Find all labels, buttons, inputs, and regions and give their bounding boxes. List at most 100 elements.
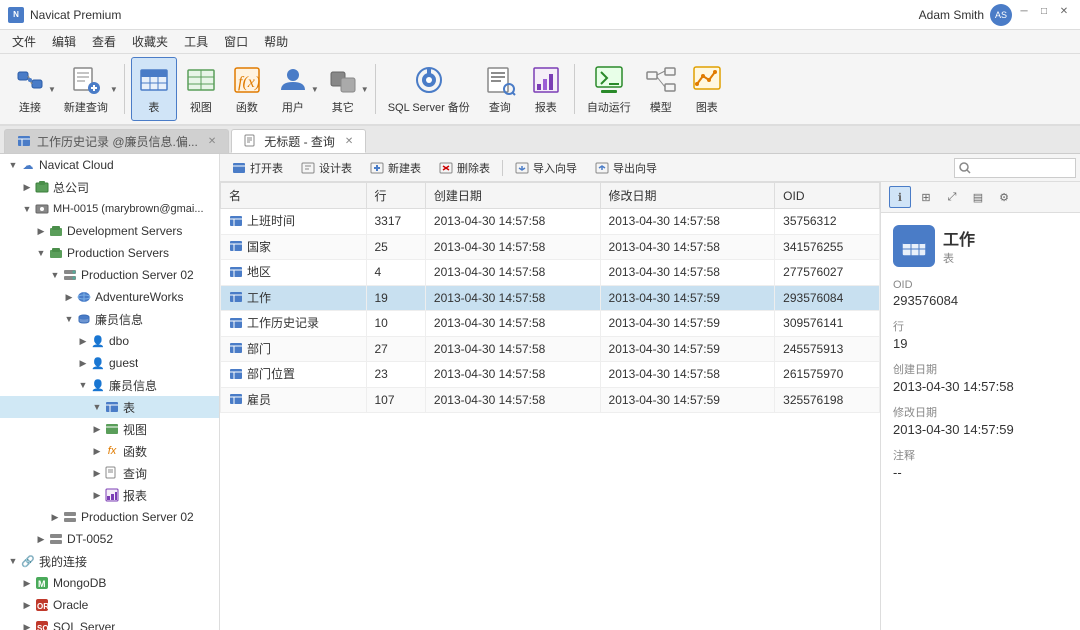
expand-adventureworks[interactable]: ▶ xyxy=(62,290,76,304)
delete-table-button[interactable]: 删除表 xyxy=(431,157,498,179)
sidebar-item-sqlserver[interactable]: ▶ SQ SQL Server xyxy=(0,616,219,630)
menu-view[interactable]: 查看 xyxy=(84,30,124,53)
search-input[interactable] xyxy=(971,162,1071,174)
minimize-button[interactable]: ─ xyxy=(1016,4,1032,20)
col-oid[interactable]: OID xyxy=(775,183,880,209)
toolbar-table[interactable]: 表 xyxy=(131,57,177,121)
right-tab-info[interactable]: ℹ xyxy=(889,186,911,208)
tab-history-close[interactable]: ✕ xyxy=(208,136,216,147)
sidebar-item-prod-servers[interactable]: ▼ Production Servers xyxy=(0,242,219,264)
table-row[interactable]: 国家252013-04-30 14:57:582013-04-30 14:57:… xyxy=(221,234,880,260)
sidebar-item-guest[interactable]: ▶ 👤 guest xyxy=(0,352,219,374)
expand-company[interactable]: ▶ xyxy=(20,180,34,194)
right-tab-cols[interactable]: ▤ xyxy=(967,186,989,208)
toolbar-model[interactable]: 模型 xyxy=(639,57,683,121)
toolbar-view[interactable]: 视图 xyxy=(179,57,223,121)
expand-prod-servers[interactable]: ▼ xyxy=(34,246,48,260)
close-button[interactable]: ✕ xyxy=(1056,4,1072,20)
toolbar-connect[interactable]: 连接 xyxy=(8,57,52,121)
expand-prod-server-02b[interactable]: ▶ xyxy=(48,510,62,524)
open-table-button[interactable]: 打开表 xyxy=(224,157,291,179)
sidebar-item-tables[interactable]: ▼ 表 xyxy=(0,396,219,418)
expand-tables[interactable]: ▼ xyxy=(90,400,104,414)
expand-employee-schema[interactable]: ▼ xyxy=(76,378,90,392)
design-table-button[interactable]: 设计表 xyxy=(293,157,360,179)
sidebar-item-dev-servers[interactable]: ▶ Development Servers xyxy=(0,220,219,242)
toolbar-other[interactable]: 其它 xyxy=(321,57,365,121)
sidebar-item-prod-server-02b[interactable]: ▶ Production Server 02 xyxy=(0,506,219,528)
sidebar-item-adventureworks[interactable]: ▶ AdventureWorks xyxy=(0,286,219,308)
expand-employee-db[interactable]: ▼ xyxy=(62,312,76,326)
table-row[interactable]: 地区42013-04-30 14:57:582013-04-30 14:57:5… xyxy=(221,260,880,286)
sidebar-item-dt0052[interactable]: ▶ DT-0052 xyxy=(0,528,219,550)
menu-file[interactable]: 文件 xyxy=(4,30,44,53)
toolbar-report[interactable]: 报表 xyxy=(524,57,568,121)
sidebar-item-mongodb[interactable]: ▶ M MongoDB xyxy=(0,572,219,594)
maximize-button[interactable]: □ xyxy=(1036,4,1052,20)
col-rows[interactable]: 行 xyxy=(366,183,425,209)
menu-favorites[interactable]: 收藏夹 xyxy=(124,30,176,53)
toolbar-connect-arrow[interactable]: ▼ xyxy=(48,85,56,94)
expand-reports[interactable]: ▶ xyxy=(90,488,104,502)
tab-history[interactable]: 工作历史记录 @廉员信息.偏... ✕ xyxy=(4,129,229,153)
tab-query[interactable]: 无标题 - 查询 ✕ xyxy=(231,129,366,153)
table-row[interactable]: 上班时间33172013-04-30 14:57:582013-04-30 14… xyxy=(221,209,880,235)
toolbar-function[interactable]: f(x) 函数 xyxy=(225,57,269,121)
sidebar-item-prod-server-02[interactable]: ▼ Production Server 02 xyxy=(0,264,219,286)
right-tab-ddn[interactable]: ⊞ xyxy=(915,186,937,208)
export-wizard-button[interactable]: 导出向导 xyxy=(587,157,665,179)
sidebar-item-my-connections[interactable]: ▼ 🔗 我的连接 xyxy=(0,550,219,572)
menu-help[interactable]: 帮助 xyxy=(256,30,296,53)
expand-dbo[interactable]: ▶ xyxy=(76,334,90,348)
new-table-button[interactable]: 新建表 xyxy=(362,157,429,179)
sidebar-item-queries[interactable]: ▶ 查询 xyxy=(0,462,219,484)
expand-sqlserver[interactable]: ▶ xyxy=(20,620,34,630)
sidebar-item-mh0015[interactable]: ▼ MH-0015 (marybrown@gmai... xyxy=(0,198,219,220)
expand-functions[interactable]: ▶ xyxy=(90,444,104,458)
toolbar-newquery[interactable]: 新建查询 xyxy=(58,57,114,121)
right-tab-settings[interactable]: ⚙ xyxy=(993,186,1015,208)
table-row[interactable]: 部门位置232013-04-30 14:57:582013-04-30 14:5… xyxy=(221,362,880,388)
expand-navicat-cloud[interactable]: ▼ xyxy=(6,158,20,172)
col-modified[interactable]: 修改日期 xyxy=(600,183,775,209)
import-wizard-button[interactable]: 导入向导 xyxy=(507,157,585,179)
menu-tools[interactable]: 工具 xyxy=(176,30,216,53)
sidebar-item-reports[interactable]: ▶ 报表 xyxy=(0,484,219,506)
table-row[interactable]: 雇员1072013-04-30 14:57:582013-04-30 14:57… xyxy=(221,387,880,413)
col-name[interactable]: 名 xyxy=(221,183,367,209)
sidebar-item-employee-schema[interactable]: ▼ 👤 廉员信息 xyxy=(0,374,219,396)
table-row[interactable]: 工作历史记录102013-04-30 14:57:582013-04-30 14… xyxy=(221,311,880,337)
expand-prod-server-02[interactable]: ▼ xyxy=(48,268,62,282)
expand-views[interactable]: ▶ xyxy=(90,422,104,436)
menu-window[interactable]: 窗口 xyxy=(216,30,256,53)
sidebar-item-dbo[interactable]: ▶ 👤 dbo xyxy=(0,330,219,352)
table-row[interactable]: 部门272013-04-30 14:57:582013-04-30 14:57:… xyxy=(221,336,880,362)
expand-dt0052[interactable]: ▶ xyxy=(34,532,48,546)
sidebar-item-functions[interactable]: ▶ fx 函数 xyxy=(0,440,219,462)
sidebar-item-views[interactable]: ▶ 视图 xyxy=(0,418,219,440)
col-created[interactable]: 创建日期 xyxy=(425,183,600,209)
expand-oracle[interactable]: ▶ xyxy=(20,598,34,612)
sidebar-item-navicat-cloud[interactable]: ▼ ☁ Navicat Cloud xyxy=(0,154,219,176)
expand-queries[interactable]: ▶ xyxy=(90,466,104,480)
expand-mongodb[interactable]: ▶ xyxy=(20,576,34,590)
toolbar-newquery-arrow[interactable]: ▼ xyxy=(110,85,118,94)
toolbar-chartview[interactable]: 图表 xyxy=(685,57,729,121)
expand-guest[interactable]: ▶ xyxy=(76,356,90,370)
toolbar-backup[interactable]: SQL Server 备份 xyxy=(382,57,476,121)
expand-dev-servers[interactable]: ▶ xyxy=(34,224,48,238)
tab-query-close[interactable]: ✕ xyxy=(345,136,353,147)
toolbar-query2[interactable]: 查询 xyxy=(478,57,522,121)
toolbar-user[interactable]: 用户 xyxy=(271,57,315,121)
sidebar-item-oracle[interactable]: ▶ OR Oracle xyxy=(0,594,219,616)
sidebar-item-employee-db[interactable]: ▼ 廉员信息 xyxy=(0,308,219,330)
toolbar-autorun[interactable]: 自动运行 xyxy=(581,57,637,121)
right-tab-expand[interactable]: ⤢ xyxy=(941,186,963,208)
expand-mh0015[interactable]: ▼ xyxy=(20,202,34,216)
toolbar-other-arrow[interactable]: ▼ xyxy=(361,85,369,94)
sidebar-item-company[interactable]: ▶ 总公司 xyxy=(0,176,219,198)
table-row[interactable]: 工作192013-04-30 14:57:582013-04-30 14:57:… xyxy=(221,285,880,311)
menu-edit[interactable]: 编辑 xyxy=(44,30,84,53)
expand-my-connections[interactable]: ▼ xyxy=(6,554,20,568)
toolbar-user-arrow[interactable]: ▼ xyxy=(311,85,319,94)
